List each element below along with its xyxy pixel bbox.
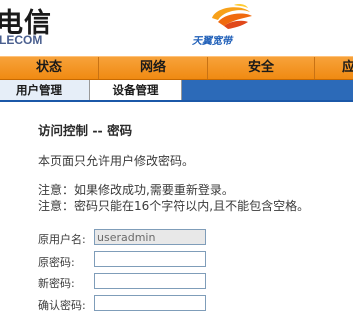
brand-en: LECOM [0, 33, 43, 47]
nav-status[interactable]: 状态 [0, 57, 98, 79]
page-title: 访问控制 -- 密码 [38, 123, 133, 138]
confirm-password-field[interactable] [94, 295, 206, 311]
sub-nav: 用户管理 设备管理 [0, 80, 353, 102]
new-password-field[interactable] [94, 273, 206, 289]
page-description: 本页面只允许用户修改密码。 [38, 154, 195, 168]
nav-network[interactable]: 网络 [99, 57, 207, 79]
tianyi-broadband-logo: 天翼宽带 [192, 2, 272, 48]
old-password-field[interactable] [94, 251, 206, 267]
nav-security[interactable]: 安全 [208, 57, 314, 79]
confirm-password-label: 确认密码: [38, 299, 86, 312]
note-relogin: 注意：如果修改成功,需要重新登录。 [38, 183, 234, 197]
username-label: 原用户名: [38, 233, 86, 246]
subtab-user-management[interactable]: 用户管理 [0, 80, 90, 100]
content: 访问控制 -- 密码 本页面只允许用户修改密码。 注意：如果修改成功,需要重新登… [0, 102, 353, 318]
old-password-label: 原密码: [38, 256, 75, 269]
subnav-filler [182, 80, 353, 100]
new-password-label: 新密码: [38, 277, 75, 290]
subtab-device-management[interactable]: 设备管理 [90, 80, 182, 100]
header: 电信 LECOM 天翼宽带 [0, 0, 353, 56]
nav-application[interactable]: 应 [315, 57, 353, 79]
telecom-logo: 电信 LECOM [0, 0, 60, 56]
username-field [94, 229, 206, 245]
tianyi-swirl-icon [212, 4, 252, 29]
logo-text: 天翼宽带 [192, 36, 232, 47]
main-nav: 状态 网络 安全 应 [0, 56, 353, 80]
note-password-rule: 注意：密码只能在16个字符以内,且不能包含空格。 [38, 199, 310, 213]
